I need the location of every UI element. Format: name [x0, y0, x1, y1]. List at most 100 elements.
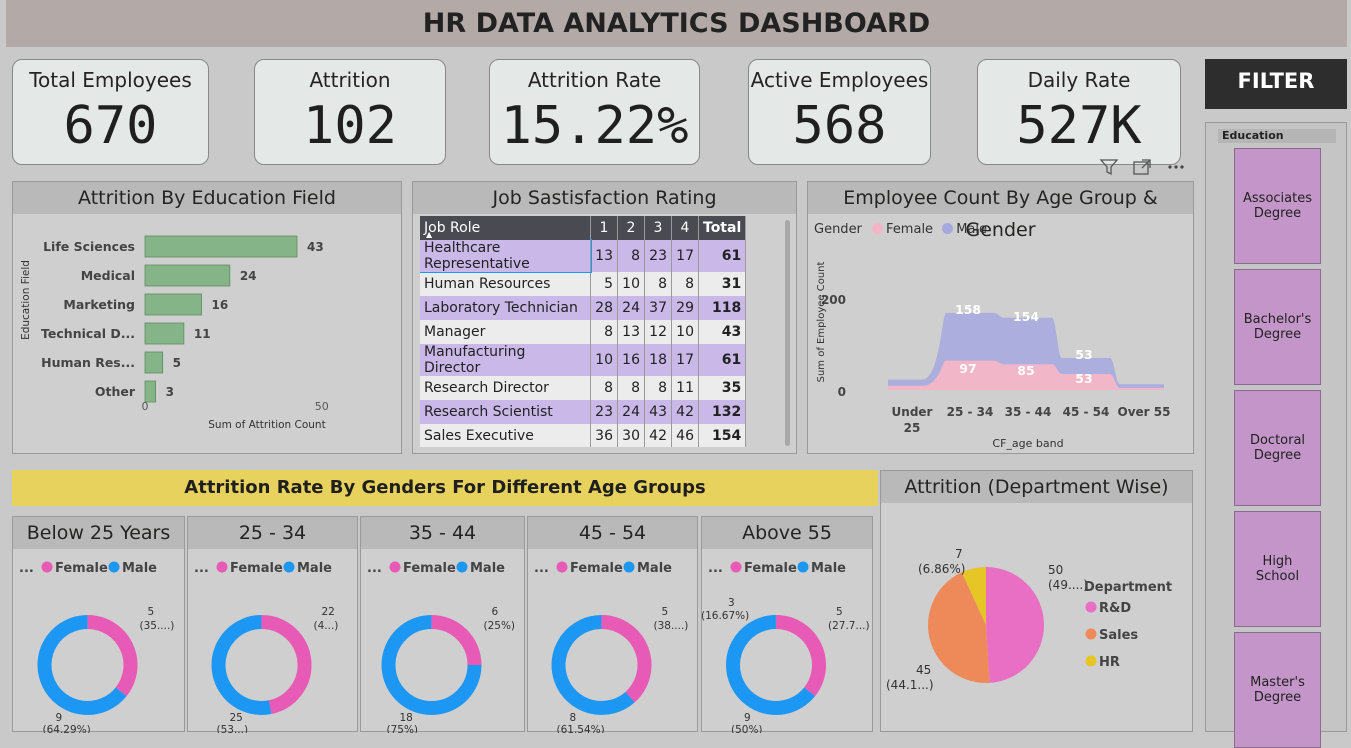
table-row[interactable]: Research Director 8 8 8 11 35: [420, 376, 747, 400]
x-tick-label: 25: [904, 421, 921, 435]
kpi-attrition-rate[interactable]: Attrition Rate 15.22%: [489, 59, 700, 165]
y-tick-label: 0: [838, 385, 846, 399]
table-row[interactable]: Laboratory Technician 28 24 37 29 118: [420, 296, 747, 320]
pie-slice: [986, 567, 1045, 683]
male-legend-icon: [456, 561, 468, 573]
kpi-daily-rate[interactable]: Daily Rate 527K: [977, 59, 1181, 165]
legend-title: ...: [19, 561, 34, 576]
table-row[interactable]: Sales Executive 36 30 42 46 154: [420, 424, 747, 447]
male-legend-icon: [797, 561, 809, 573]
pie-pct-label: (6.86%): [918, 562, 965, 576]
job-role-cell: Manufacturing Director: [420, 344, 591, 376]
rating-cell: 10: [617, 272, 645, 296]
data-label: 53: [1075, 347, 1092, 362]
table-row[interactable]: Healthcare Representative 13 8 23 17 61: [420, 239, 747, 273]
job-table-viewport[interactable]: Job Role ▲ 1 2 3 4 Total Healthcare Repre…: [420, 216, 758, 447]
column-header[interactable]: 2: [617, 216, 645, 240]
donut-legend: ... Female Male: [534, 561, 672, 576]
female-segment: [431, 615, 482, 666]
table-row[interactable]: Research Scientist 23 24 43 42 132: [420, 400, 747, 424]
column-header[interactable]: 4: [671, 216, 699, 240]
table-scrollbar[interactable]: [785, 220, 790, 446]
legend-female[interactable]: Female: [886, 222, 933, 237]
x-tick-label: 0: [142, 400, 149, 413]
rating-cell: 8: [617, 376, 645, 400]
kpi-attrition[interactable]: Attrition 102: [254, 59, 446, 165]
legend-female: Female: [744, 561, 797, 576]
legend-item: R&D: [1099, 601, 1131, 616]
pie-count-label: 45: [916, 663, 931, 677]
job-role-cell: Manager: [420, 320, 591, 344]
kpi-label: Attrition Rate: [527, 68, 662, 92]
rating-cell: 8: [671, 272, 699, 296]
legend-item: HR: [1099, 655, 1120, 670]
department-legend: Department R&D Sales HR: [1084, 580, 1172, 670]
legend-title: Department: [1084, 580, 1172, 595]
chart-title: Attrition (Department Wise): [881, 471, 1192, 503]
slicer-option-high-school[interactable]: High School: [1234, 511, 1321, 627]
focus-mode-icon[interactable]: [1133, 159, 1151, 175]
column-header[interactable]: 3: [644, 216, 672, 240]
legend-male: Male: [122, 561, 157, 576]
rating-cell: 17: [671, 240, 699, 272]
education-bar-chart: Life Sciences 43 Medical 24 Marketing 16 Techn…: [20, 235, 329, 431]
category-label: Life Sciences: [43, 239, 135, 254]
slicer-option-associates[interactable]: Associates Degree: [1234, 148, 1321, 264]
filter-icon[interactable]: [1099, 159, 1119, 176]
female-segment: [775, 615, 826, 697]
total-cell: 132: [698, 400, 747, 424]
slicer-option-bachelors[interactable]: Bachelor's Degree: [1234, 269, 1321, 385]
kpi-label: Attrition: [309, 68, 391, 92]
bar: [144, 322, 185, 345]
donut-panel-below-25: Below 25 Years ... Female Male 5 (35....) 9 (6…: [12, 516, 185, 733]
rating-cell: 24: [617, 296, 645, 320]
data-label: 53: [1075, 371, 1092, 386]
kpi-total-employees[interactable]: Total Employees 670: [12, 59, 209, 165]
slicer-option-doctoral[interactable]: Doctoral Degree: [1234, 390, 1321, 506]
bar: [144, 235, 298, 258]
data-label: 158: [955, 302, 981, 317]
male-count-label: 9: [744, 712, 751, 724]
donut-panel-above-55: Above 55 ... Female Male 5 (27.7...) 9 (50%) 3(…: [701, 516, 873, 733]
donut-legend: ... Female Male: [708, 561, 846, 576]
rating-cell: 16: [617, 344, 645, 376]
legend-title: ...: [534, 561, 549, 576]
table-row[interactable]: Manufacturing Director 10 16 18 17 61: [420, 344, 747, 376]
female-legend-icon: [730, 561, 742, 573]
filter-header: FILTER: [1205, 59, 1347, 109]
kpi-active-employees[interactable]: Active Employees 568: [748, 59, 931, 165]
chart-title: 45 - 54: [528, 517, 697, 549]
pie-pct-label: (44.1...): [886, 678, 934, 692]
category-label: Technical D...: [41, 326, 135, 341]
column-header-total[interactable]: Total: [698, 216, 747, 240]
gender-age-banner: Attrition Rate By Genders For Different …: [12, 470, 878, 506]
extra-count-label: 3: [728, 597, 735, 609]
slicer-option-masters[interactable]: Master's Degree: [1234, 632, 1321, 748]
data-label: 97: [959, 361, 976, 376]
column-header[interactable]: 1: [590, 216, 618, 240]
legend-female: Female: [570, 561, 623, 576]
x-axis-title: Sum of Attrition Count: [208, 419, 325, 431]
legend-title: ...: [708, 561, 723, 576]
rating-cell: 11: [671, 376, 699, 400]
female-pct-label: (4...): [314, 620, 339, 632]
male-count-label: 9: [56, 712, 63, 724]
rating-cell: 42: [644, 424, 672, 447]
data-label: 5: [173, 356, 181, 370]
extra-pct-label: (16.67%): [702, 610, 749, 622]
x-tick-label: 50: [315, 400, 329, 413]
table-row[interactable]: Manager 8 13 12 10 43: [420, 320, 747, 344]
table-row[interactable]: Human Resources 5 10 8 8 31: [420, 272, 747, 296]
y-axis-title: Education Field: [20, 260, 32, 340]
data-label: 3: [166, 385, 174, 399]
more-options-icon[interactable]: [1168, 165, 1184, 169]
legend-male[interactable]: Male: [956, 222, 987, 237]
rating-cell: 36: [590, 424, 618, 447]
female-legend-icon: [556, 561, 568, 573]
legend-female: Female: [55, 561, 108, 576]
male-segment: [211, 615, 272, 715]
category-label: Other: [95, 384, 136, 399]
column-header-job-role[interactable]: Job Role ▲: [420, 216, 591, 240]
kpi-value: 527K: [1016, 96, 1142, 156]
rating-cell: 28: [590, 296, 618, 320]
